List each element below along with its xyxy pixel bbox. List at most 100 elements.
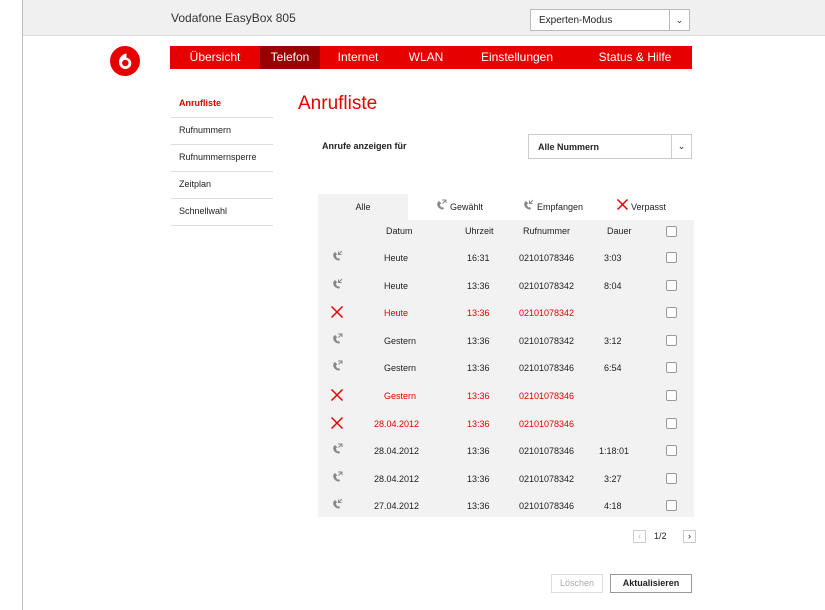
chevron-down-icon: ⌄ [671, 135, 691, 158]
outgoing-call-icon [330, 443, 344, 457]
sidebar-item-rufnummernsperre[interactable]: Rufnummernsperre [171, 145, 273, 172]
missed-call-icon [330, 416, 344, 432]
cell-rufnummer: 02101078346 [519, 363, 575, 374]
cell-rufnummer: 02101078342 [519, 473, 575, 484]
cell-rufnummer: 02101078346 [519, 391, 575, 401]
table-header: Datum Uhrzeit Rufnummer Dauer [318, 220, 694, 242]
cell-uhrzeit: 13:36 [467, 335, 490, 346]
cell-uhrzeit: 13:36 [467, 363, 490, 374]
table-row[interactable]: Gestern 13:36 02101078346 6:54 [318, 354, 694, 381]
cell-rufnummer: 02101078342 [519, 308, 575, 319]
missed-call-icon [330, 388, 344, 404]
previous-page-icon[interactable]: ‹ [633, 530, 646, 543]
tab-alle[interactable]: Alle [318, 194, 408, 220]
nav-item-telefon[interactable]: Telefon [260, 46, 320, 69]
app-frame: Vodafone EasyBox 805 Experten-Modus ⌄ Üb… [22, 0, 825, 610]
top-bar: Vodafone EasyBox 805 Experten-Modus ⌄ [23, 0, 825, 36]
row-checkbox[interactable] [666, 307, 677, 319]
column-header-rufnummer: Rufnummer [523, 226, 571, 236]
row-checkbox[interactable] [666, 445, 677, 457]
nav-item-uebersicht[interactable]: Übersicht [170, 46, 260, 69]
tab-label: Gewählt [450, 202, 484, 212]
row-checkbox[interactable] [666, 472, 677, 484]
page-title: Anrufliste [298, 93, 378, 114]
cell-uhrzeit: 13:36 [467, 501, 490, 512]
sidebar-item-zeitplan[interactable]: Zeitplan [171, 172, 273, 199]
call-list-table: Alle Gewählt Empfangen Verpasst Datum Uh… [318, 194, 694, 517]
column-header-uhrzeit: Uhrzeit [465, 226, 494, 236]
cell-datum: Heute [384, 280, 409, 291]
cell-datum: Heute [384, 308, 409, 319]
table-row[interactable]: Gestern 13:36 02101078346 [318, 382, 694, 409]
cell-uhrzeit: 13:36 [467, 391, 490, 401]
mode-select[interactable]: Experten-Modus ⌄ [530, 9, 690, 31]
row-checkbox[interactable] [666, 252, 677, 263]
cell-uhrzeit: 13:36 [467, 446, 490, 457]
nav-item-wlan[interactable]: WLAN [396, 46, 456, 69]
outgoing-call-icon [434, 195, 448, 221]
vodafone-logo [110, 46, 140, 76]
table-row[interactable]: 28.04.2012 13:36 02101078346 1:18:01 [318, 437, 694, 464]
row-checkbox[interactable] [666, 500, 677, 512]
cell-rufnummer: 02101078346 [519, 418, 575, 429]
cell-rufnummer: 02101078346 [519, 446, 575, 457]
cell-uhrzeit: 16:31 [467, 253, 490, 263]
cell-rufnummer: 02101078342 [519, 335, 575, 346]
outgoing-call-icon [330, 360, 344, 374]
tab-label: Verpasst [631, 202, 667, 212]
refresh-button[interactable]: Aktualisieren [610, 574, 692, 593]
cell-rufnummer: 02101078342 [519, 280, 575, 291]
cell-datum: 28.04.2012 [374, 418, 420, 429]
cell-uhrzeit: 13:36 [467, 473, 490, 484]
cell-dauer: 4:18 [604, 501, 622, 512]
cell-datum: 28.04.2012 [374, 446, 420, 457]
sidebar-item-schnellwahl[interactable]: Schnellwahl [171, 199, 273, 226]
sidebar-item-rufnummern[interactable]: Rufnummern [171, 118, 273, 145]
next-page-icon[interactable]: › [683, 530, 696, 543]
filter-select-value: Alle Nummern [538, 142, 600, 152]
table-row[interactable]: Heute 13:36 02101078342 [318, 299, 694, 326]
cell-dauer: 6:54 [604, 363, 622, 374]
sidebar: Anrufliste Rufnummern Rufnummernsperre Z… [171, 91, 273, 226]
table-row[interactable]: 28.04.2012 13:36 02101078346 [318, 410, 694, 437]
row-checkbox[interactable] [666, 362, 677, 374]
mode-select-value: Experten-Modus [539, 15, 613, 26]
outgoing-call-icon [330, 333, 344, 347]
tab-verpasst[interactable]: Verpasst [616, 194, 666, 220]
nav-item-status-hilfe[interactable]: Status & Hilfe [578, 46, 692, 69]
tab-empfangen[interactable]: Empfangen [521, 194, 583, 220]
row-checkbox[interactable] [666, 334, 677, 346]
cell-datum: 27.04.2012 [374, 501, 420, 512]
delete-button[interactable]: Löschen [551, 574, 603, 593]
tab-gewaehlt[interactable]: Gewählt [434, 194, 483, 220]
nav-item-internet[interactable]: Internet [320, 46, 396, 69]
chevron-down-icon: ⌄ [669, 10, 689, 30]
outgoing-call-icon [330, 471, 344, 485]
number-filter-select[interactable]: Alle Nummern ⌄ [528, 134, 692, 159]
select-all-checkbox[interactable] [666, 226, 677, 237]
row-checkbox[interactable] [666, 279, 677, 291]
table-row[interactable]: Heute 13:36 02101078342 8:04 [318, 272, 694, 299]
tab-label: Alle [355, 202, 371, 212]
sidebar-item-anrufliste[interactable]: Anrufliste [171, 91, 273, 118]
missed-call-icon [616, 195, 629, 221]
cell-datum: Gestern [384, 363, 417, 374]
main-nav: Übersicht Telefon Internet WLAN Einstell… [170, 46, 692, 69]
row-checkbox[interactable] [666, 390, 677, 401]
app-title: Vodafone EasyBox 805 [171, 11, 296, 25]
column-header-dauer: Dauer [607, 226, 632, 236]
cell-rufnummer: 02101078346 [519, 501, 575, 512]
cell-uhrzeit: 13:36 [467, 308, 490, 319]
table-row[interactable]: Heute 16:31 02101078346 3:03 [318, 244, 694, 271]
table-row[interactable]: 27.04.2012 13:36 02101078346 4:18 [318, 492, 694, 519]
tab-label: Empfangen [537, 202, 584, 212]
row-checkbox[interactable] [666, 417, 677, 429]
call-filter-tabs: Alle Gewählt Empfangen Verpasst [318, 194, 694, 220]
table-row[interactable]: Gestern 13:36 02101078342 3:12 [318, 327, 694, 354]
cell-uhrzeit: 13:36 [467, 280, 490, 291]
cell-datum: Gestern [384, 335, 417, 346]
cell-uhrzeit: 13:36 [467, 418, 490, 429]
nav-item-einstellungen[interactable]: Einstellungen [456, 46, 578, 69]
incoming-call-icon [330, 498, 344, 512]
table-row[interactable]: 28.04.2012 13:36 02101078342 3:27 [318, 465, 694, 492]
